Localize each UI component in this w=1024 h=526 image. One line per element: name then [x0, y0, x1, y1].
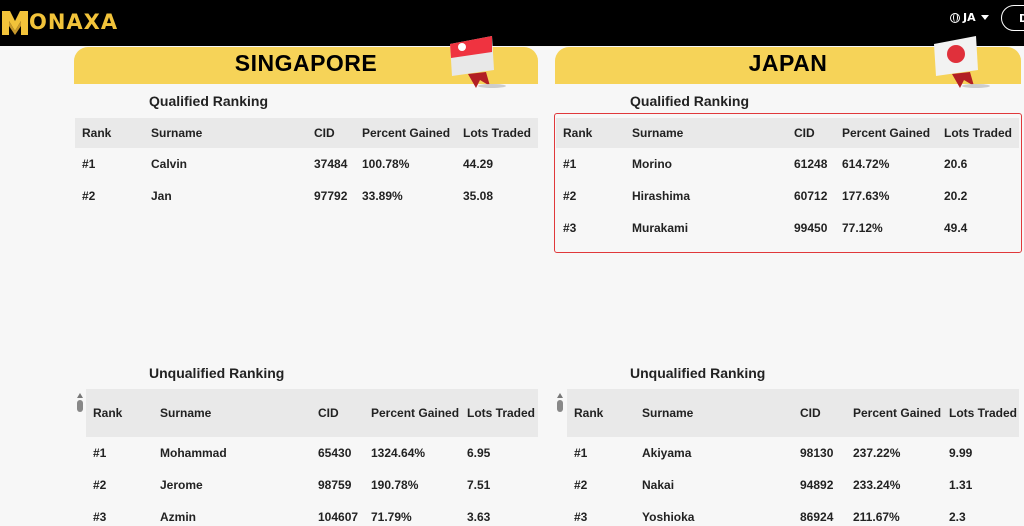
top-navigation-bar: ONAXA JA D: [0, 0, 1024, 46]
rank-cell: #3: [93, 510, 107, 524]
scroll-thumb[interactable]: [557, 400, 563, 412]
lots-traded-cell: 35.08: [463, 189, 494, 203]
japan-unqualified-table: Rank Surname CID Percent Gained Lots Tra…: [567, 389, 1019, 526]
cid-cell: 94892: [800, 478, 834, 492]
column-header-lots-traded: Lots Traded: [460, 389, 538, 437]
singapore-unqualified-scrollbar[interactable]: [77, 393, 83, 412]
table-header-row: Rank Surname CID Percent Gained Lots Tra…: [75, 118, 538, 148]
cid-cell: 98130: [800, 446, 834, 460]
scroll-up-icon[interactable]: [557, 393, 563, 398]
column-header-surname: Surname: [635, 389, 793, 437]
percent-gained-cell: 100.78%: [362, 157, 410, 171]
scroll-up-icon[interactable]: [77, 393, 83, 398]
singapore-qualified-heading: Qualified Ranking: [149, 93, 269, 109]
surname-cell: Yoshioka: [642, 510, 695, 524]
japan-unqualified-scrollbar[interactable]: [557, 393, 563, 412]
table-row: #2 Jan 97792 33.89% 35.08: [75, 180, 538, 212]
scroll-thumb[interactable]: [77, 400, 83, 412]
percent-gained-cell: 190.78%: [371, 478, 419, 492]
header-action-label: D: [1019, 12, 1024, 25]
language-label: JA: [963, 11, 976, 24]
lots-traded-cell: 2.3: [949, 510, 966, 524]
lots-traded-cell: 6.95: [467, 446, 491, 460]
table-header-row: Rank Surname CID Percent Gained Lots Tra…: [86, 389, 538, 437]
table-header-row: Rank Surname CID Percent Gained Lots Tra…: [567, 389, 1019, 437]
lots-traded-cell: 7.51: [467, 478, 491, 492]
cid-cell: 37484: [314, 157, 348, 171]
column-header-percent-gained: Percent Gained: [846, 389, 942, 437]
column-header-percent-gained: Percent Gained: [364, 389, 460, 437]
surname-cell: Mohammad: [160, 446, 227, 460]
lots-traded-cell: 9.99: [949, 446, 973, 460]
japan-flag-icon: [934, 36, 990, 88]
column-header-cid: CID: [311, 389, 364, 437]
column-header-percent-gained: Percent Gained: [355, 118, 456, 148]
singapore-unqualified-heading: Unqualified Ranking: [149, 365, 285, 381]
surname-cell: Calvin: [151, 157, 188, 171]
table-row: #1 Mohammad 65430 1324.64% 6.95: [86, 437, 538, 469]
logo-text: ONAXA: [29, 10, 119, 34]
monaxa-logo[interactable]: ONAXA: [2, 6, 118, 38]
rank-cell: #1: [93, 446, 107, 460]
column-header-surname: Surname: [153, 389, 311, 437]
column-header-cid: CID: [793, 389, 846, 437]
japan-qualified-heading: Qualified Ranking: [630, 93, 750, 109]
column-header-rank: Rank: [567, 389, 635, 437]
lots-traded-cell: 44.29: [463, 157, 494, 171]
percent-gained-cell: 1324.64%: [371, 446, 426, 460]
rank-cell: #1: [82, 157, 96, 171]
table-row: #1 Akiyama 98130 237.22% 9.99: [567, 437, 1019, 469]
percent-gained-cell: 33.89%: [362, 189, 403, 203]
singapore-qualified-table: Rank Surname CID Percent Gained Lots Tra…: [75, 118, 538, 212]
rank-cell: #2: [574, 478, 588, 492]
rank-cell: #2: [93, 478, 107, 492]
column-header-surname: Surname: [144, 118, 307, 148]
table-row: #3 Azmin 104607 71.79% 3.63: [86, 501, 538, 526]
percent-gained-cell: 211.67%: [853, 510, 900, 524]
cid-cell: 97792: [314, 189, 348, 203]
lots-traded-cell: 1.31: [949, 478, 973, 492]
language-selector[interactable]: JA: [950, 11, 989, 24]
singapore-unqualified-table: Rank Surname CID Percent Gained Lots Tra…: [86, 389, 538, 526]
header-action-button[interactable]: D: [1001, 5, 1024, 31]
percent-gained-cell: 237.22%: [853, 446, 901, 460]
table-row: #3 Yoshioka 86924 211.67% 2.3: [567, 501, 1019, 526]
cid-cell: 104607: [318, 510, 359, 524]
column-header-cid: CID: [307, 118, 355, 148]
cid-cell: 65430: [318, 446, 352, 460]
surname-cell: Jan: [151, 189, 172, 203]
surname-cell: Jerome: [160, 478, 203, 492]
rank-cell: #2: [82, 189, 96, 203]
table-row: #2 Jerome 98759 190.78% 7.51: [86, 469, 538, 501]
surname-cell: Azmin: [160, 510, 196, 524]
column-header-rank: Rank: [86, 389, 153, 437]
column-header-rank: Rank: [75, 118, 144, 148]
cid-cell: 98759: [318, 478, 352, 492]
column-header-lots-traded: Lots Traded: [942, 389, 1019, 437]
table-row: #1 Calvin 37484 100.78% 44.29: [75, 148, 538, 180]
singapore-flag-icon: [450, 36, 506, 88]
percent-gained-cell: 71.79%: [371, 510, 412, 524]
highlight-box: [554, 113, 1022, 253]
table-row: #2 Nakai 94892 233.24% 1.31: [567, 469, 1019, 501]
surname-cell: Nakai: [642, 478, 675, 492]
lots-traded-cell: 3.63: [467, 510, 491, 524]
surname-cell: Akiyama: [642, 446, 692, 460]
column-header-lots-traded: Lots Traded: [456, 118, 538, 148]
japan-unqualified-heading: Unqualified Ranking: [630, 365, 766, 381]
rank-cell: #1: [574, 446, 588, 460]
globe-icon: [950, 12, 960, 23]
chevron-down-icon: [980, 15, 989, 20]
logo-m-icon: [2, 11, 28, 35]
rank-cell: #3: [574, 510, 588, 524]
cid-cell: 86924: [800, 510, 834, 524]
percent-gained-cell: 233.24%: [853, 478, 901, 492]
